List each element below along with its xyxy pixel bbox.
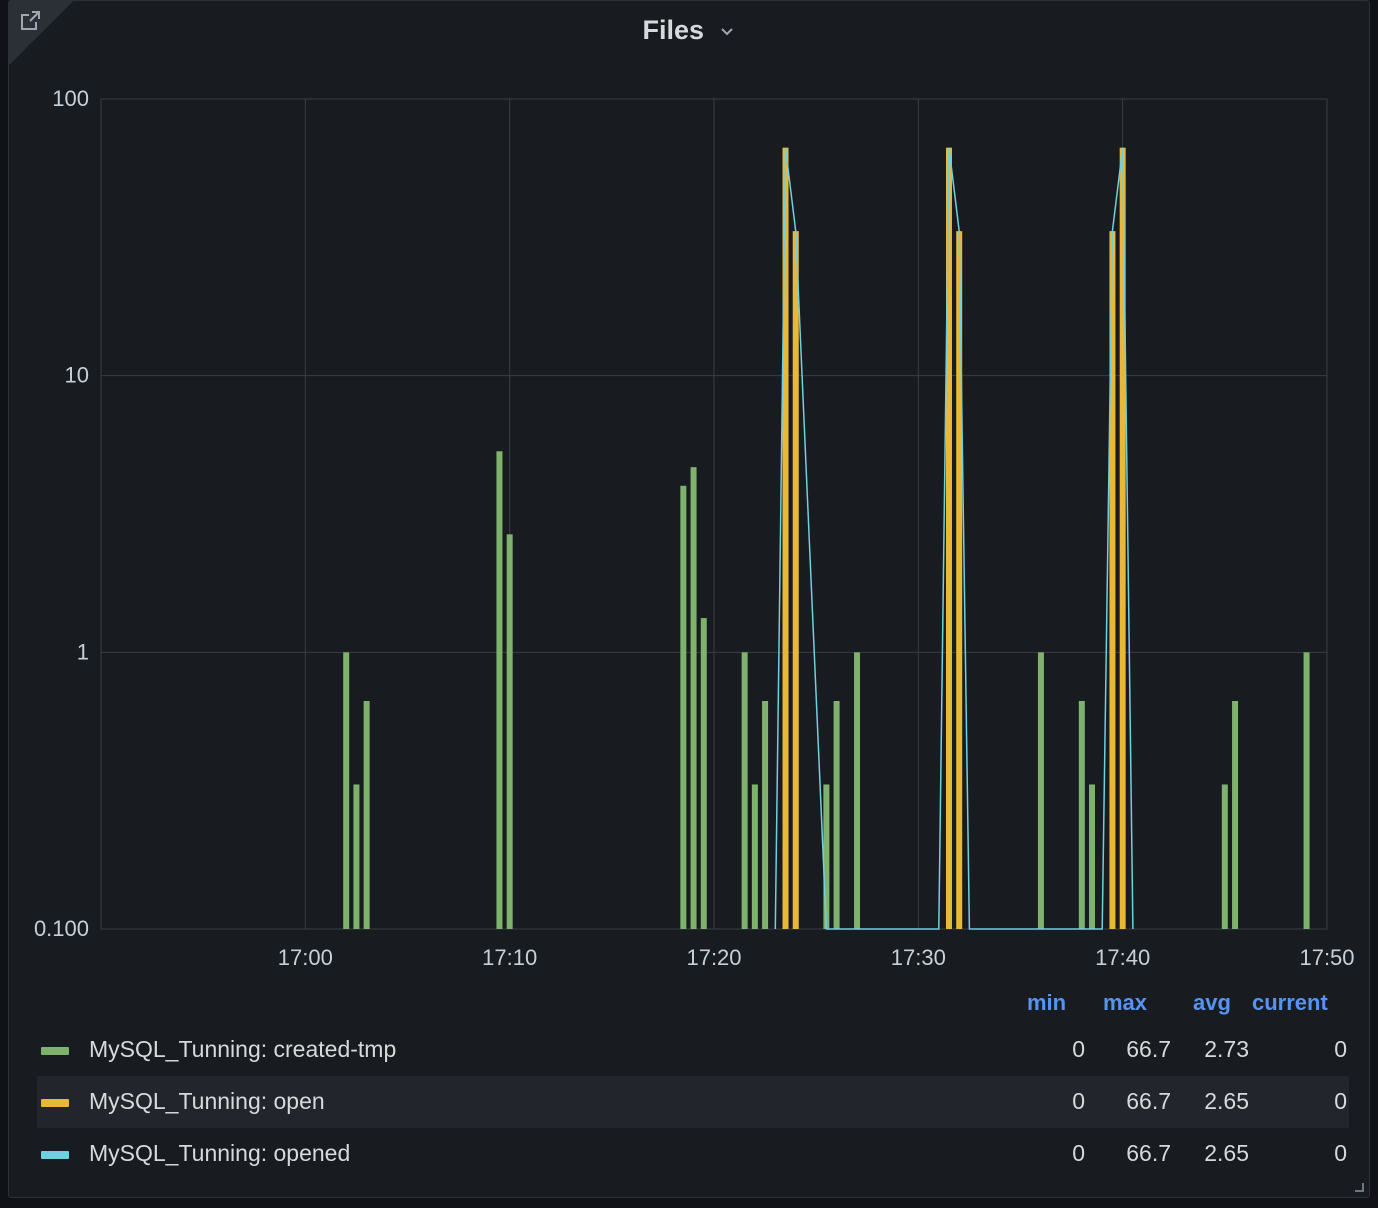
legend-current-value: 0: [1334, 1036, 1347, 1062]
legend-swatch[interactable]: [41, 1047, 69, 1055]
legend-row-open[interactable]: MySQL_Tunning: open 0 66.7 2.65 0: [37, 1076, 1349, 1128]
y-tick-label: 0.100: [34, 916, 89, 941]
x-tick-label: 17:10: [482, 945, 537, 970]
legend-series-name[interactable]: MySQL_Tunning: created-tmp: [89, 1036, 396, 1063]
bar-created-tmp: [353, 784, 360, 929]
bar-created-tmp: [1221, 784, 1228, 929]
files-chart: 0.100 1 10 100 17:00 17:10 17:20 17:30 17:40 17:5…: [34, 86, 1355, 970]
legend-row-created-tmp[interactable]: MySQL_Tunning: created-tmp 0 66.7 2.73 0: [37, 1024, 1349, 1076]
bar-created-tmp: [1078, 700, 1085, 929]
bar-created-tmp: [762, 700, 769, 929]
bar-created-tmp: [833, 700, 840, 929]
y-tick-label: 100: [52, 86, 89, 111]
legend-swatch[interactable]: [41, 1099, 69, 1107]
x-tick-label: 17:50: [1299, 945, 1354, 970]
bar-created-tmp: [363, 700, 370, 929]
legend-table: min max avg current MySQL_Tunning: creat…: [37, 986, 1349, 1180]
legend-current-value: 0: [1334, 1140, 1347, 1166]
bar-created-tmp: [680, 485, 687, 929]
legend-series-name[interactable]: MySQL_Tunning: open: [89, 1088, 325, 1115]
legend-series-name[interactable]: MySQL_Tunning: opened: [89, 1140, 350, 1167]
legend-avg-value: 2.65: [1204, 1088, 1249, 1114]
bar-created-tmp: [854, 652, 861, 929]
legend-min-value: 0: [1072, 1140, 1085, 1166]
legend-row-opened[interactable]: MySQL_Tunning: opened 0 66.7 2.65 0: [37, 1128, 1349, 1180]
bar-created-tmp: [1232, 700, 1239, 929]
x-tick-label: 17:20: [686, 945, 741, 970]
legend-swatch[interactable]: [41, 1151, 69, 1159]
legend-current-value: 0: [1334, 1088, 1347, 1114]
bar-created-tmp: [690, 467, 697, 929]
y-tick-label: 1: [77, 639, 89, 664]
bar-created-tmp: [343, 652, 350, 929]
legend-min-value: 0: [1072, 1036, 1085, 1062]
legend-header-avg[interactable]: avg: [1193, 990, 1231, 1016]
x-tick-label: 17:00: [278, 945, 333, 970]
legend-header: min max avg current: [37, 986, 1349, 1024]
bar-created-tmp: [700, 618, 707, 929]
legend-header-min[interactable]: min: [1027, 990, 1066, 1016]
bar-created-tmp: [751, 784, 758, 929]
y-tick-label: 10: [65, 363, 89, 388]
legend-avg-value: 2.73: [1204, 1036, 1249, 1062]
bar-created-tmp: [506, 534, 513, 929]
legend-header-current[interactable]: current: [1252, 990, 1328, 1016]
legend-max-value: 66.7: [1126, 1140, 1171, 1166]
legend-max-value: 66.7: [1126, 1036, 1171, 1062]
resize-handle-icon[interactable]: [1353, 1181, 1365, 1193]
graph-panel: Files 0.100 1 10 100 17:00 17:10 17:20 17:30 17:…: [8, 0, 1370, 1198]
legend-header-max[interactable]: max: [1103, 990, 1147, 1016]
bar-created-tmp: [496, 451, 503, 929]
legend-min-value: 0: [1072, 1088, 1085, 1114]
legend-avg-value: 2.65: [1204, 1140, 1249, 1166]
x-tick-label: 17:30: [891, 945, 946, 970]
bar-created-tmp: [823, 784, 830, 929]
bar-created-tmp: [1303, 652, 1310, 929]
legend-max-value: 66.7: [1126, 1088, 1171, 1114]
bar-created-tmp: [1089, 784, 1096, 929]
bar-created-tmp: [1037, 652, 1044, 929]
bar-created-tmp: [741, 652, 748, 929]
x-tick-label: 17:40: [1095, 945, 1150, 970]
bar-open: [792, 231, 799, 929]
